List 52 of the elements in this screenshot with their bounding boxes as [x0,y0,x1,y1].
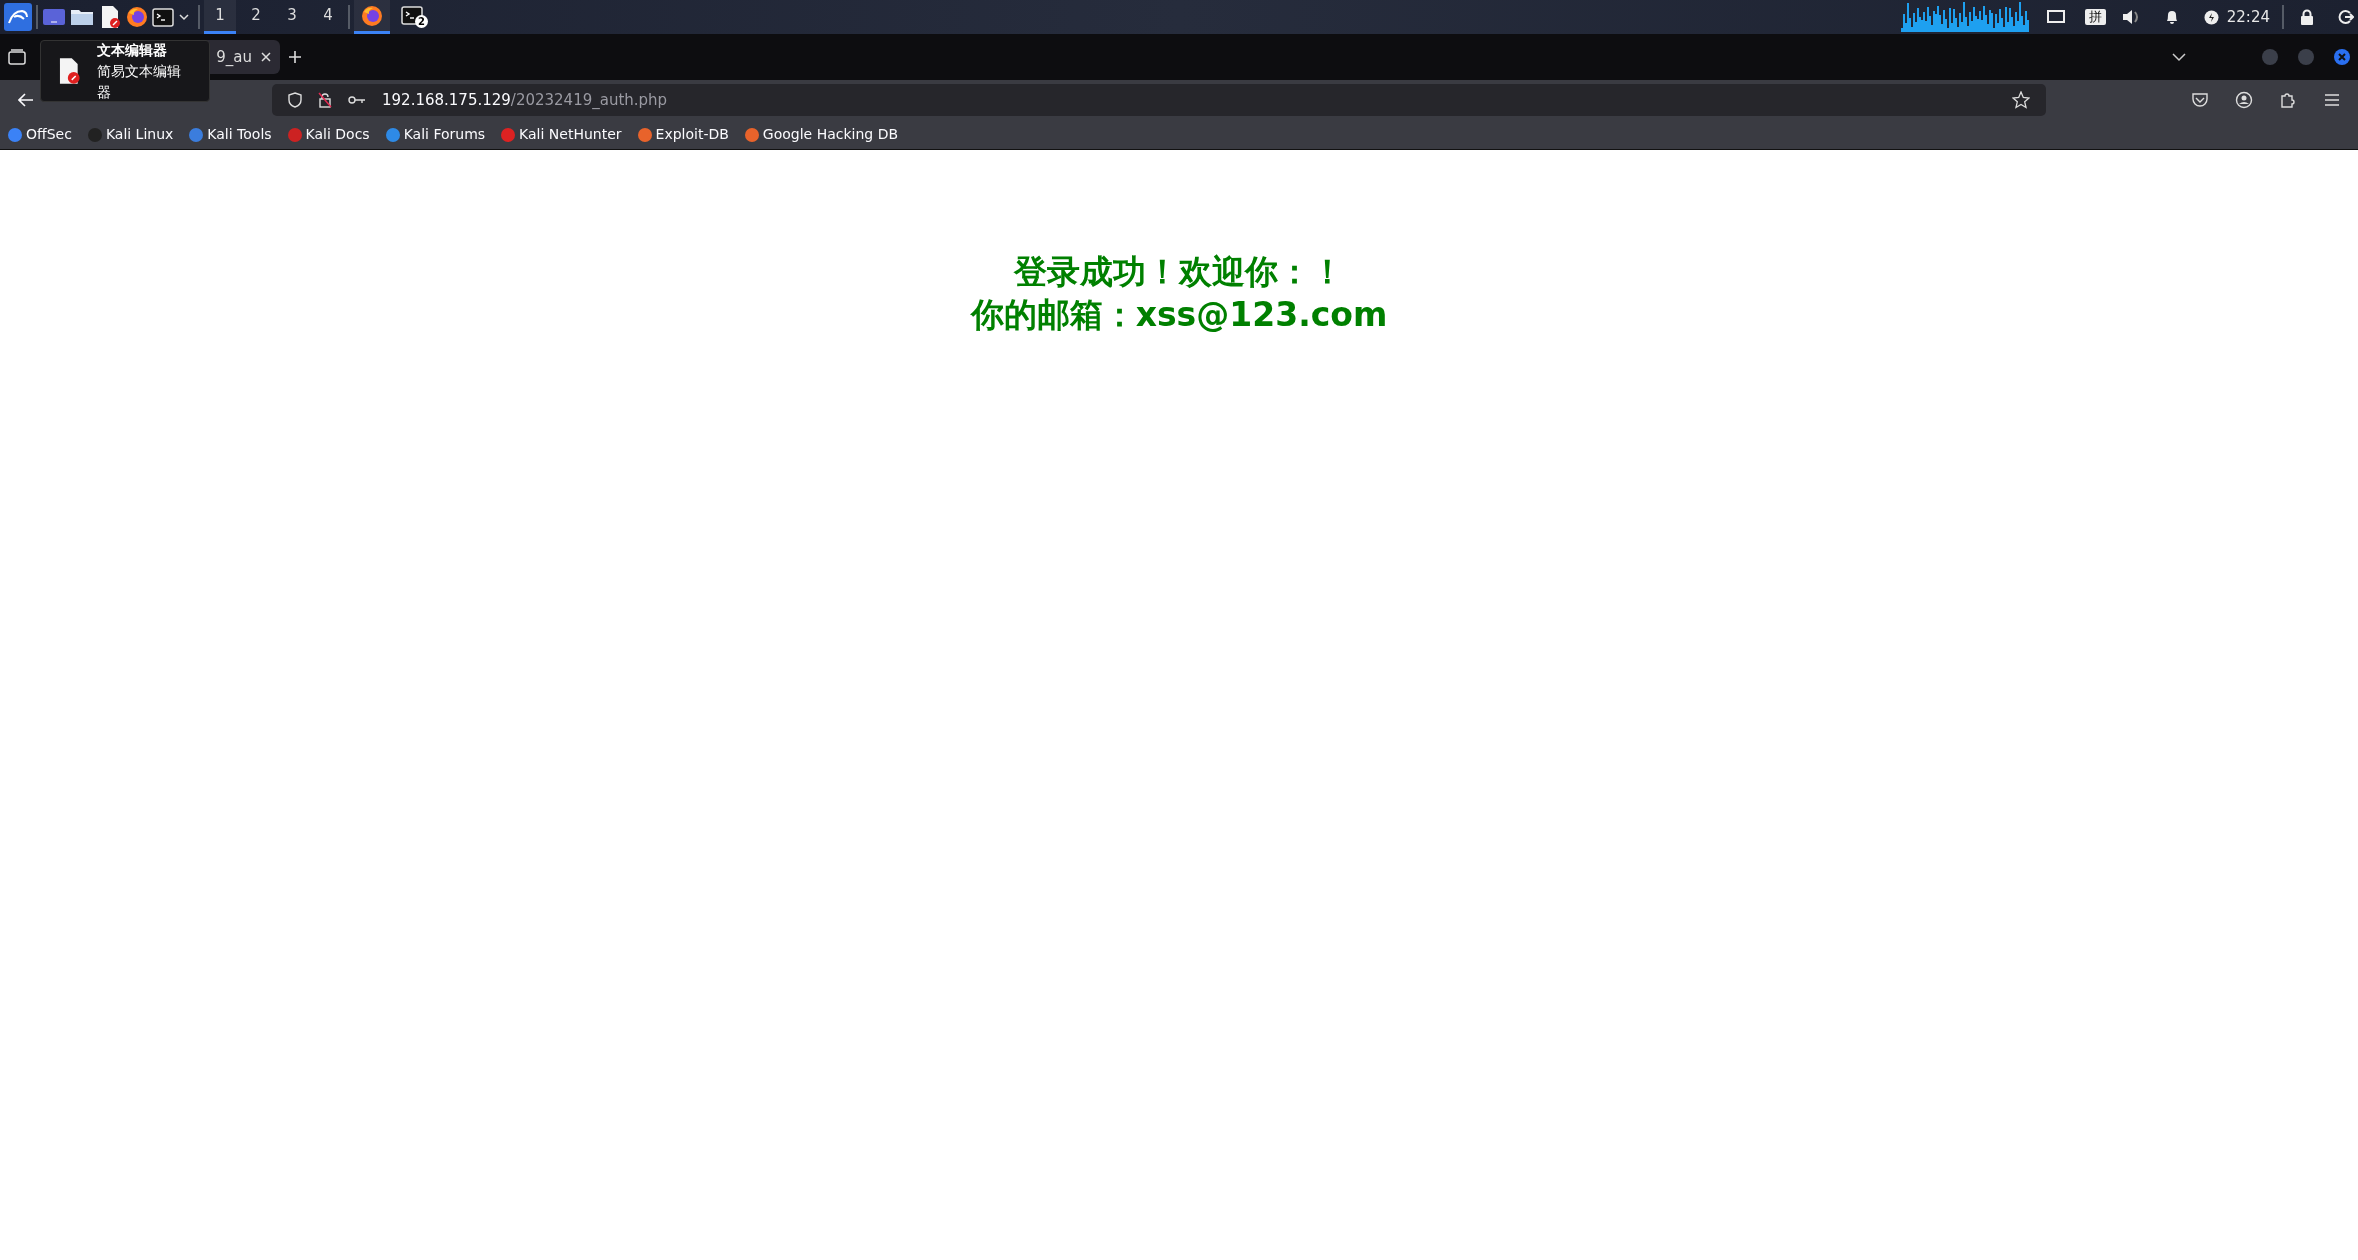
bookmark-item[interactable]: Kali Linux [87,124,174,145]
power-icon[interactable] [2203,9,2219,25]
bookmark-item[interactable]: Kali NetHunter [501,124,622,145]
bookmark-item[interactable]: Kali Forums [385,124,486,145]
shield-icon [288,92,302,108]
message-text: 登录成功！欢迎你：！ [1014,251,1344,293]
star-icon[interactable] [2012,91,2030,109]
logout-icon[interactable] [2338,9,2354,25]
bookmark-item[interactable]: Google Hacking DB [744,124,899,145]
firefox-icon [361,4,383,27]
tooltip-title: 文本编辑器 [96,40,168,60]
account-icon [2235,91,2253,109]
desktop-icon[interactable] [42,7,66,27]
new-tab-icon[interactable] [288,50,302,64]
volume-icon[interactable] [2121,9,2140,25]
message-text: 你的邮箱：xss@123.com [970,294,1388,336]
clock[interactable]: 22:24 [2226,5,2270,29]
task-button[interactable] [354,0,390,34]
address-bar[interactable]: 192.168.175.129/20232419_auth.php [272,84,2046,116]
workspace-tab[interactable]: 2 [240,0,272,34]
bookmark-item[interactable]: Kali Docs [287,124,370,145]
firefox-icon[interactable] [126,6,148,28]
workspace-tab[interactable]: 3 [276,0,308,34]
terminal-icon[interactable] [152,6,174,28]
chevron-down-icon[interactable] [2172,52,2186,62]
close-icon[interactable] [2334,49,2350,65]
lock-icon[interactable] [2300,9,2314,25]
menu-icon [2323,91,2341,109]
bookmark-item[interactable]: OffSec [8,124,72,145]
terminal-icon [401,4,423,27]
key-icon [348,95,366,105]
workspace-tab[interactable]: 4 [312,0,344,34]
insecure-lock-icon [318,92,332,108]
tooltip-subtitle: 简易文本编辑器 [96,61,182,102]
input-method-indicator[interactable]: 拼 [2084,9,2106,25]
close-icon[interactable] [260,51,272,63]
caret-icon[interactable] [178,12,190,22]
tab-list-icon[interactable] [8,49,26,65]
puzzle-icon [2279,91,2297,109]
folder-icon[interactable] [70,7,94,27]
task-button[interactable]: 2 [394,0,430,34]
workspace-tab[interactable]: 1 [204,0,236,34]
bookmark-item[interactable]: Exploit-DB [637,124,729,145]
back-arrow-icon [18,93,34,107]
url-text: 192.168.175.129/20232419_auth.php [382,89,668,111]
tab-title: 9_au [216,46,252,68]
pocket-icon [2191,91,2209,109]
text-editor-icon [57,57,81,85]
bookmark-item[interactable]: Kali Tools [189,124,272,145]
dragon-logo-icon[interactable] [4,3,32,31]
count-badge: 2 [415,15,428,28]
network-icon[interactable] [2046,10,2065,24]
